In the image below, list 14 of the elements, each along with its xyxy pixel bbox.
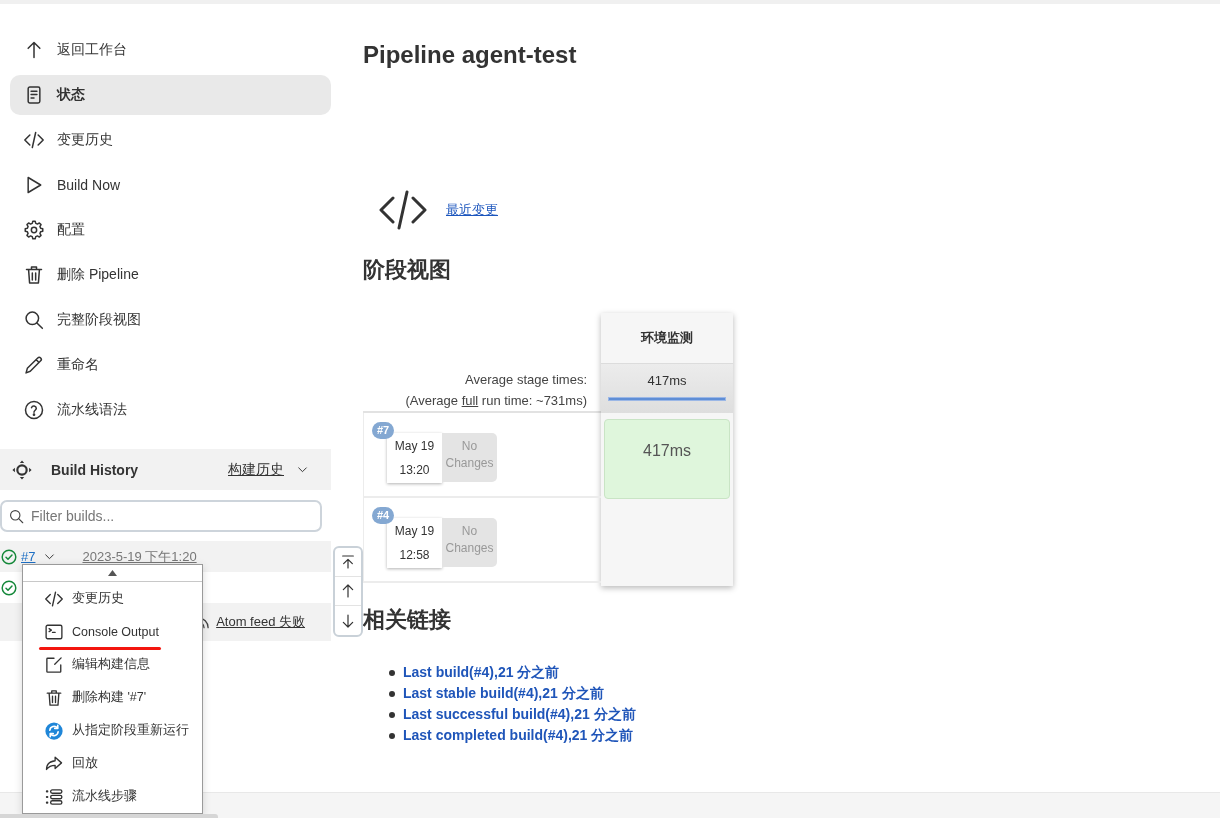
section-heading: 相关链接 [363,606,452,634]
run-time: 13:20 [399,462,430,479]
average-stage-label: Average stage times: [465,371,587,389]
average-run-time: (Average full run time: ~731ms) [405,392,587,410]
page-title: Pipeline agent-test [363,40,578,70]
changes-box: No Changes [442,433,497,482]
stage-average-time: 417ms [646,372,688,390]
changes-box: No Changes [442,518,497,567]
run-date: May 19 [394,523,435,540]
section-title: Build History [51,461,139,478]
stage-header: 环境监测 [639,329,694,347]
run-date: May 19 [394,438,435,455]
section-heading: 阶段视图 [363,256,452,284]
run-time: 12:58 [399,547,430,564]
